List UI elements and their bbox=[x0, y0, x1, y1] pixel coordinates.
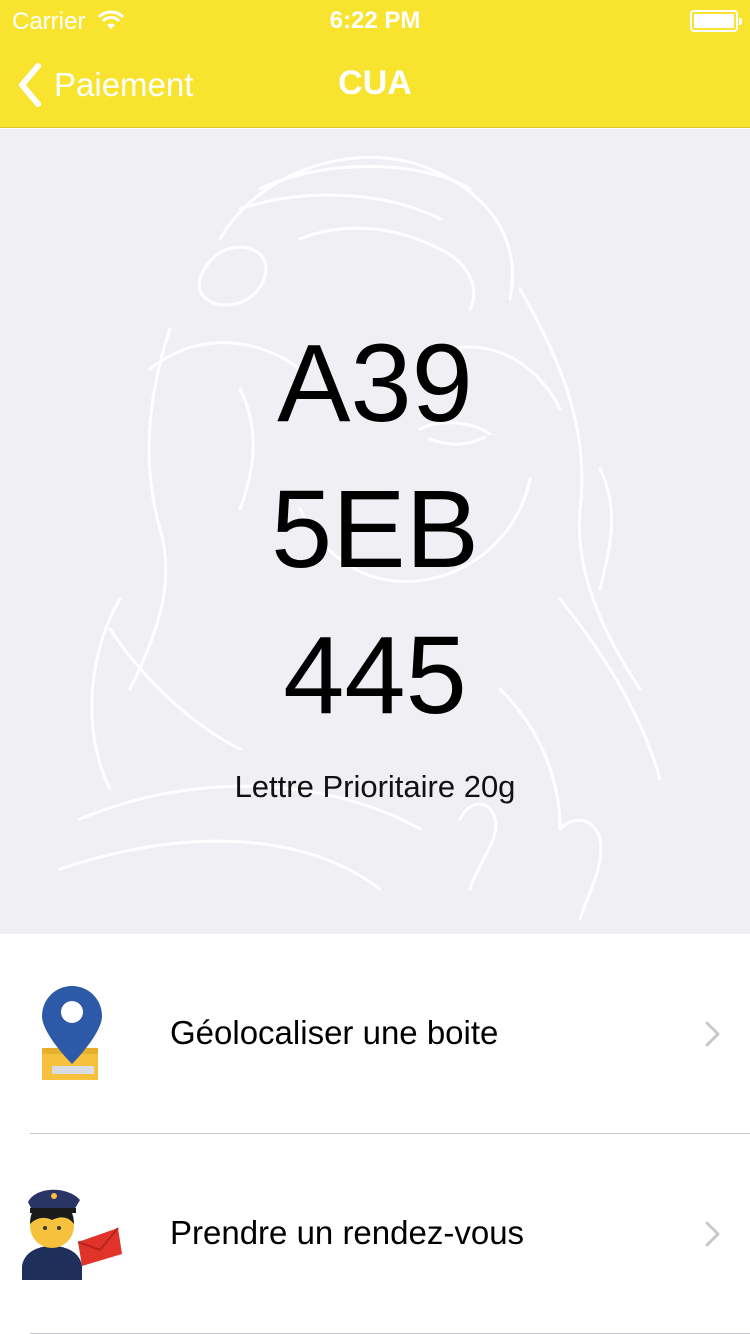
chevron-right-icon bbox=[705, 1021, 720, 1047]
code-line-2: 5EB bbox=[271, 468, 479, 591]
header: Carrier 6:22 PM Paiement CUA bbox=[0, 0, 750, 128]
menu-item-geolocate[interactable]: Géolocaliser une boite bbox=[0, 934, 750, 1134]
map-pin-mailbox-icon bbox=[42, 986, 102, 1080]
battery-icon bbox=[690, 10, 742, 32]
back-button-label: Paiement bbox=[54, 66, 194, 103]
chevron-right-icon bbox=[705, 1221, 720, 1247]
product-label: Lettre Prioritaire 20g bbox=[234, 769, 516, 804]
code-line-3: 445 bbox=[283, 614, 467, 737]
battery-level bbox=[694, 14, 734, 28]
status-bar: Carrier 6:22 PM bbox=[0, 0, 750, 40]
menu-item-label: Prendre un rendez-vous bbox=[170, 1214, 525, 1251]
back-button[interactable]: Paiement bbox=[14, 60, 193, 110]
clock: 6:22 PM bbox=[329, 7, 421, 34]
code-line-1: A39 bbox=[277, 322, 473, 445]
menu-item-label: Géolocaliser une boite bbox=[170, 1014, 499, 1051]
menu-list: Géolocaliser une boite Prendre un rendez… bbox=[0, 934, 750, 1334]
navigation-bar: Paiement CUA bbox=[0, 40, 750, 128]
chevron-left-icon bbox=[19, 63, 41, 107]
postman-letter-icon bbox=[22, 1189, 122, 1280]
code-panel: A39 5EB 445 Lettre Prioritaire 20g bbox=[0, 129, 750, 934]
menu-item-appointment[interactable]: Prendre un rendez-vous bbox=[0, 1134, 750, 1334]
